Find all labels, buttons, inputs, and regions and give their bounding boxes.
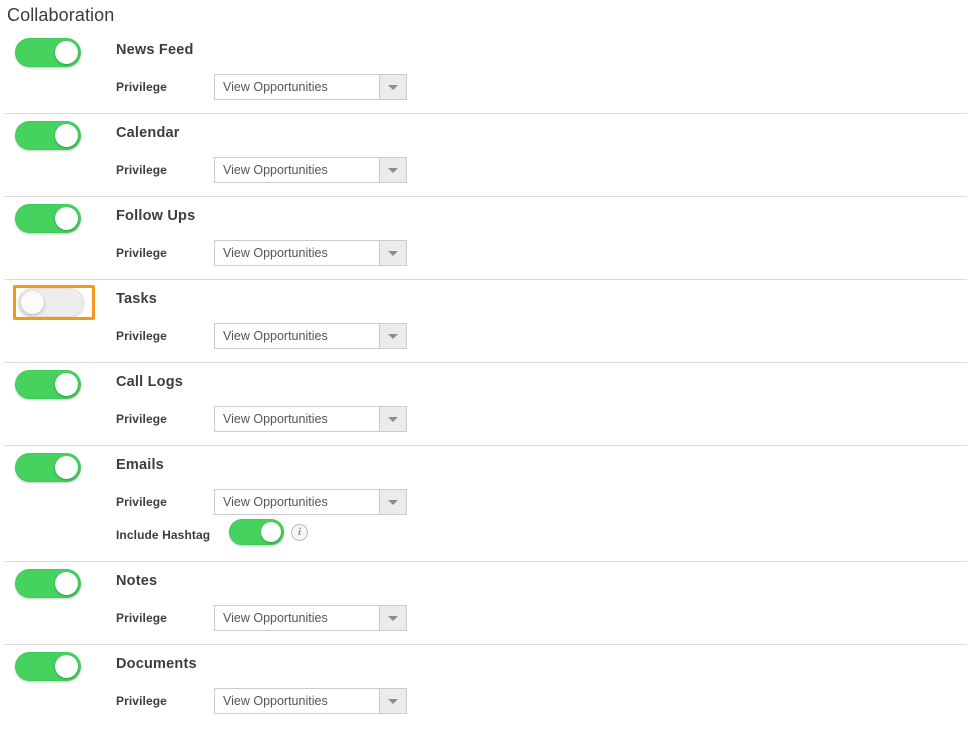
caret-glyph bbox=[388, 167, 398, 173]
feature-name-emails: Emails bbox=[116, 457, 164, 473]
toggle-knob bbox=[261, 522, 281, 542]
info-icon[interactable]: i bbox=[291, 524, 308, 541]
caret-glyph bbox=[388, 333, 398, 339]
feature-name-tasks: Tasks bbox=[116, 291, 158, 307]
caret-glyph bbox=[388, 499, 398, 505]
caret-glyph bbox=[388, 698, 398, 704]
toggle-highlight-wrapper-tasks bbox=[5, 285, 105, 323]
toggle-include-hashtag[interactable] bbox=[229, 519, 284, 545]
toggle-notes[interactable] bbox=[15, 569, 81, 598]
caret-glyph bbox=[388, 416, 398, 422]
toggle-call-logs[interactable] bbox=[15, 370, 81, 399]
privilege-select-value-notes: View Opportunities bbox=[223, 611, 328, 625]
feature-name-documents: Documents bbox=[116, 656, 197, 672]
privilege-select-calendar[interactable]: View Opportunities bbox=[214, 157, 407, 183]
privilege-label-call-logs: Privilege bbox=[116, 412, 167, 426]
privilege-select-documents[interactable]: View Opportunities bbox=[214, 688, 407, 714]
caret-glyph bbox=[388, 615, 398, 621]
privilege-label-tasks: Privilege bbox=[116, 329, 167, 343]
caret-glyph bbox=[388, 250, 398, 256]
toggle-knob bbox=[55, 456, 78, 479]
privilege-select-emails[interactable]: View Opportunities bbox=[214, 489, 407, 515]
feature-row-calendar: Calendar Privilege View Opportunities bbox=[5, 114, 967, 197]
feature-row-emails: Emails Privilege View Opportunities Include… bbox=[5, 446, 967, 562]
feature-row-call-logs: Call Logs Privilege View Opportunities bbox=[5, 363, 967, 446]
privilege-select-value-follow-ups: View Opportunities bbox=[223, 246, 328, 260]
privilege-label-news-feed: Privilege bbox=[116, 80, 167, 94]
feature-name-calendar: Calendar bbox=[116, 125, 180, 141]
chevron-down-icon[interactable] bbox=[379, 689, 406, 713]
privilege-label-emails: Privilege bbox=[116, 495, 167, 509]
toggle-knob bbox=[55, 373, 78, 396]
feature-name-follow-ups: Follow Ups bbox=[116, 208, 196, 224]
toggle-news-feed[interactable] bbox=[15, 38, 81, 67]
chevron-down-icon[interactable] bbox=[379, 407, 406, 431]
toggle-tasks[interactable] bbox=[18, 288, 84, 317]
chevron-down-icon[interactable] bbox=[379, 75, 406, 99]
feature-row-tasks: Tasks Privilege View Opportunities bbox=[5, 280, 967, 363]
chevron-down-icon[interactable] bbox=[379, 158, 406, 182]
feature-row-list: News Feed Privilege View Opportunities Cale… bbox=[0, 31, 975, 727]
toggle-follow-ups[interactable] bbox=[15, 204, 81, 233]
privilege-select-value-emails: View Opportunities bbox=[223, 495, 328, 509]
privilege-select-value-tasks: View Opportunities bbox=[223, 329, 328, 343]
privilege-select-call-logs[interactable]: View Opportunities bbox=[214, 406, 407, 432]
toggle-knob bbox=[55, 572, 78, 595]
chevron-down-icon[interactable] bbox=[379, 241, 406, 265]
toggle-knob bbox=[55, 655, 78, 678]
privilege-select-value-calendar: View Opportunities bbox=[223, 163, 328, 177]
toggle-knob bbox=[21, 291, 44, 314]
feature-row-notes: Notes Privilege View Opportunities bbox=[5, 562, 967, 645]
toggle-knob bbox=[55, 41, 78, 64]
chevron-down-icon[interactable] bbox=[379, 490, 406, 514]
privilege-select-tasks[interactable]: View Opportunities bbox=[214, 323, 407, 349]
feature-name-news-feed: News Feed bbox=[116, 42, 194, 58]
page-title: Collaboration bbox=[7, 5, 115, 25]
feature-name-call-logs: Call Logs bbox=[116, 374, 184, 390]
chevron-down-icon[interactable] bbox=[379, 606, 406, 630]
collaboration-settings-page: Collaboration News Feed Privilege View Opp… bbox=[0, 0, 975, 736]
caret-glyph bbox=[388, 84, 398, 90]
feature-row-news-feed: News Feed Privilege View Opportunities bbox=[5, 31, 967, 114]
feature-row-documents: Documents Privilege View Opportunities bbox=[5, 645, 967, 727]
feature-row-follow-ups: Follow Ups Privilege View Opportunities bbox=[5, 197, 967, 280]
privilege-select-value-call-logs: View Opportunities bbox=[223, 412, 328, 426]
privilege-label-documents: Privilege bbox=[116, 694, 167, 708]
privilege-select-follow-ups[interactable]: View Opportunities bbox=[214, 240, 407, 266]
privilege-select-value-documents: View Opportunities bbox=[223, 694, 328, 708]
privilege-label-follow-ups: Privilege bbox=[116, 246, 167, 260]
privilege-select-news-feed[interactable]: View Opportunities bbox=[214, 74, 407, 100]
privilege-label-notes: Privilege bbox=[116, 611, 167, 625]
privilege-select-notes[interactable]: View Opportunities bbox=[214, 605, 407, 631]
chevron-down-icon[interactable] bbox=[379, 324, 406, 348]
privilege-label-calendar: Privilege bbox=[116, 163, 167, 177]
toggle-emails[interactable] bbox=[15, 453, 81, 482]
privilege-select-value-news-feed: View Opportunities bbox=[223, 80, 328, 94]
feature-name-notes: Notes bbox=[116, 573, 158, 589]
toggle-knob bbox=[55, 207, 78, 230]
toggle-calendar[interactable] bbox=[15, 121, 81, 150]
include-hashtag-label: Include Hashtag bbox=[116, 528, 211, 542]
toggle-documents[interactable] bbox=[15, 652, 81, 681]
toggle-knob bbox=[55, 124, 78, 147]
